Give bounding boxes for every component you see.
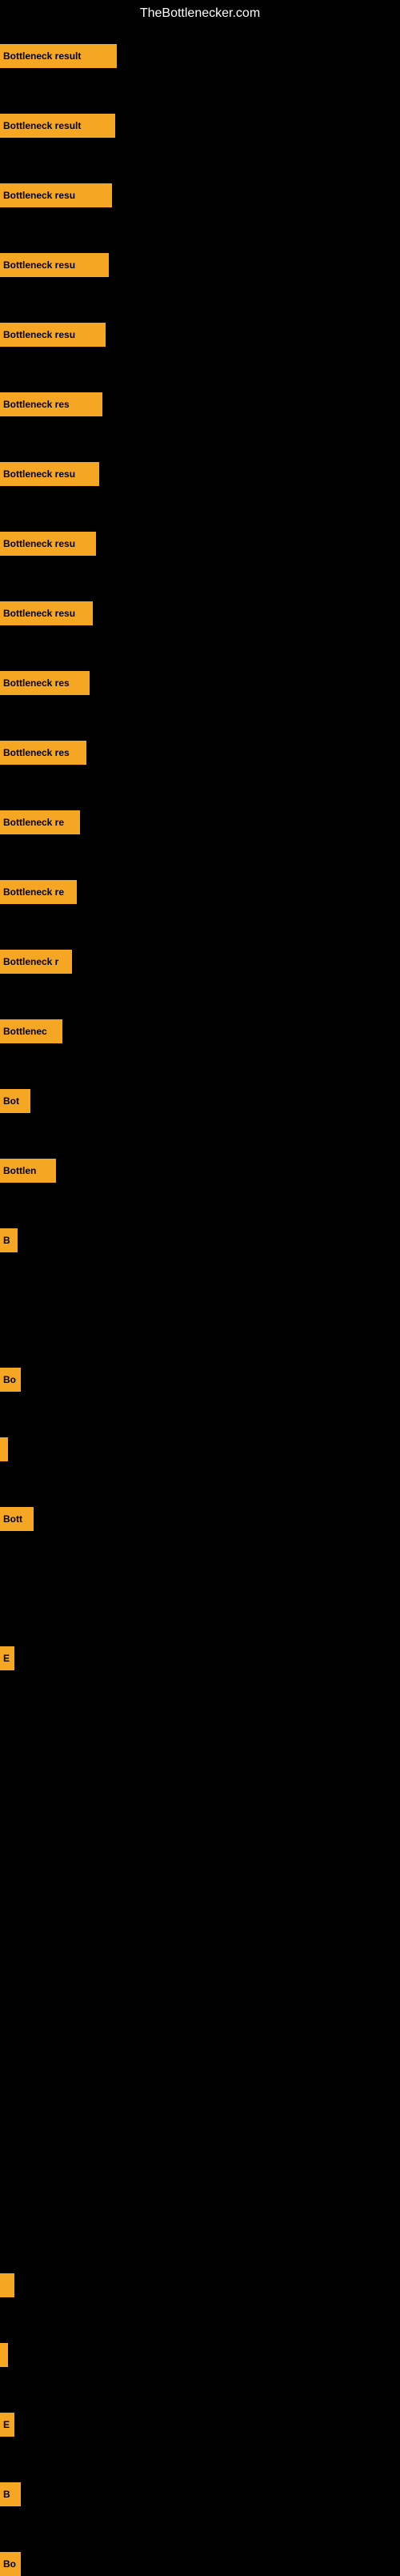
bottleneck-label: Bottleneck result bbox=[3, 120, 81, 131]
bottleneck-bar: Bottleneck res bbox=[0, 392, 102, 416]
bottleneck-label: Bottlen bbox=[3, 1165, 36, 1176]
bottleneck-bar: Bottleneck r bbox=[0, 950, 72, 974]
bottleneck-label: Bo bbox=[3, 2558, 16, 2570]
bottleneck-bar bbox=[0, 1437, 8, 1461]
bottleneck-label: Bo bbox=[3, 1374, 16, 1385]
bottleneck-label: B bbox=[3, 2489, 10, 2500]
bottleneck-label: Bottlenec bbox=[3, 1026, 47, 1037]
bottleneck-bar: E bbox=[0, 1646, 14, 1670]
bottleneck-label: Bottleneck resu bbox=[3, 190, 75, 201]
bottleneck-bar: Bottleneck resu bbox=[0, 532, 96, 556]
bottleneck-bar: Bottleneck resu bbox=[0, 323, 106, 347]
bottleneck-bar: Bottleneck resu bbox=[0, 183, 112, 207]
bottleneck-bar: E bbox=[0, 2413, 14, 2437]
bottleneck-label: Bottleneck resu bbox=[3, 608, 75, 619]
bottleneck-bar: Bo bbox=[0, 2552, 21, 2576]
bottleneck-label: Bottleneck res bbox=[3, 399, 70, 410]
bottleneck-bar bbox=[0, 2343, 8, 2367]
bottleneck-bar: Bottleneck res bbox=[0, 671, 90, 695]
bottleneck-bar: Bottleneck resu bbox=[0, 462, 99, 486]
bottleneck-bar: B bbox=[0, 1228, 18, 1252]
bottleneck-bar: Bottleneck result bbox=[0, 114, 115, 138]
bottleneck-label: Bottleneck re bbox=[3, 817, 64, 828]
bottleneck-label: Bot bbox=[3, 1095, 19, 1107]
bottleneck-bar: B bbox=[0, 2482, 21, 2506]
site-title: TheBottlenecker.com bbox=[0, 0, 400, 27]
bottleneck-bar: Bottleneck res bbox=[0, 741, 86, 765]
bottleneck-label: Bottleneck result bbox=[3, 50, 81, 62]
bottleneck-bar: Bottlen bbox=[0, 1159, 56, 1183]
bottleneck-label: Bottleneck resu bbox=[3, 329, 75, 340]
bottleneck-label: Bottleneck r bbox=[3, 956, 58, 967]
bottleneck-label: Bottleneck resu bbox=[3, 259, 75, 271]
bottleneck-bar: Bottleneck re bbox=[0, 880, 77, 904]
bottleneck-bar: Bottlenec bbox=[0, 1019, 62, 1043]
bottleneck-bar: Bo bbox=[0, 1368, 21, 1392]
bottleneck-bar: Bottleneck resu bbox=[0, 601, 93, 625]
bottleneck-label: E bbox=[3, 2419, 10, 2430]
bottleneck-label: Bott bbox=[3, 1513, 22, 1525]
bottleneck-bar: Bottleneck result bbox=[0, 44, 117, 68]
bottleneck-label: Bottleneck res bbox=[3, 677, 70, 689]
bottleneck-bar: Bottleneck re bbox=[0, 810, 80, 834]
bottleneck-bar: Bott bbox=[0, 1507, 34, 1531]
bottleneck-label: E bbox=[3, 1653, 10, 1664]
bottleneck-bar: Bot bbox=[0, 1089, 30, 1113]
bottleneck-bar: Bottleneck resu bbox=[0, 253, 109, 277]
bottleneck-label: Bottleneck re bbox=[3, 886, 64, 898]
bottleneck-label: B bbox=[3, 1235, 10, 1246]
bottleneck-label: Bottleneck resu bbox=[3, 468, 75, 480]
bottleneck-label: Bottleneck res bbox=[3, 747, 70, 758]
bottleneck-bar bbox=[0, 2273, 14, 2297]
bottleneck-label: Bottleneck resu bbox=[3, 538, 75, 549]
